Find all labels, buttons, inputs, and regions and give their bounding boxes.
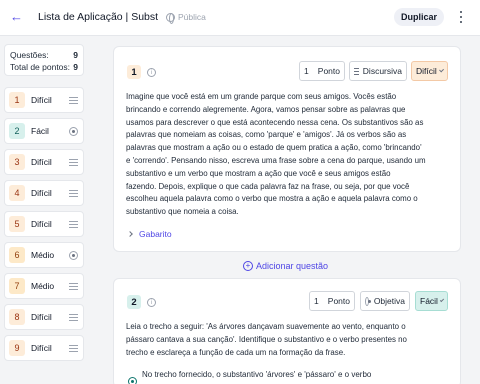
question-difficulty: Médio xyxy=(31,281,55,291)
difficulty-select[interactable]: Difícil xyxy=(411,61,448,81)
sidebar-question-4[interactable]: 4 Difícil xyxy=(4,180,84,206)
question-type-label: Discursiva xyxy=(362,66,402,76)
discursive-icon xyxy=(69,96,78,104)
question-card-2: 2 i 1 Ponto Objetiva Fácil Leia o trecho… xyxy=(113,278,461,384)
sidebar-question-8[interactable]: 8 Difícil xyxy=(4,304,84,330)
question-number: 9 xyxy=(9,340,25,356)
questions-count: 9 xyxy=(73,50,78,60)
question-type-select[interactable]: Objetiva xyxy=(360,291,410,311)
points-label: Total de pontos: xyxy=(10,62,71,72)
question-number: 3 xyxy=(9,154,25,170)
question-statement: Imagine que você está em um grande parqu… xyxy=(126,92,426,217)
points-value: 1 xyxy=(304,66,309,76)
points-field[interactable]: 1 Ponto xyxy=(309,291,355,311)
points-total: 9 xyxy=(73,62,78,72)
question-number: 1 xyxy=(9,92,25,108)
question-card-1: 1 i 1 Ponto Discursiva Difícil Imagine q… xyxy=(113,46,461,252)
discursive-icon xyxy=(69,313,78,321)
add-question-button[interactable]: + Adicionar questão xyxy=(243,261,328,271)
question-number: 2 xyxy=(9,123,25,139)
question-number: 6 xyxy=(9,247,25,263)
chevron-down-icon xyxy=(439,297,445,303)
radio-selected-icon xyxy=(128,377,137,384)
sidebar-question-3[interactable]: 3 Difícil xyxy=(4,149,84,175)
discursive-icon xyxy=(69,282,78,290)
discursive-icon xyxy=(69,158,78,166)
top-bar: ← Lista de Aplicação | Substa… Pública D… xyxy=(0,0,480,36)
objective-icon xyxy=(69,126,78,136)
back-arrow-icon[interactable]: ← xyxy=(10,10,24,24)
question-difficulty: Difícil xyxy=(31,95,52,105)
question-number: 4 xyxy=(9,185,25,201)
question-number: 7 xyxy=(9,278,25,294)
questions-label: Questões: xyxy=(10,50,49,60)
question-statement: Leia o trecho a seguir: 'As árvores danç… xyxy=(126,322,407,357)
sidebar-question-9[interactable]: 9 Difícil xyxy=(4,335,84,361)
discursive-icon xyxy=(69,189,78,197)
difficulty-label: Fácil xyxy=(420,296,438,306)
chevron-down-icon xyxy=(438,67,444,73)
question-type-select[interactable]: Discursiva xyxy=(349,61,407,81)
info-icon[interactable]: i xyxy=(147,68,156,77)
objective-icon xyxy=(69,250,78,260)
chevron-right-icon xyxy=(127,231,133,237)
sidebar-question-6[interactable]: 6 Médio xyxy=(4,242,84,268)
plus-circle-icon: + xyxy=(243,261,253,271)
question-number-badge: 2 xyxy=(127,295,141,309)
text-lines-icon xyxy=(354,67,359,75)
question-difficulty: Médio xyxy=(31,250,55,260)
radio-icon xyxy=(365,296,371,306)
question-difficulty: Difícil xyxy=(31,312,52,322)
question-type-label: Objetiva xyxy=(373,296,405,306)
visibility-status[interactable]: Pública xyxy=(166,12,206,24)
visibility-label: Pública xyxy=(178,12,206,22)
discursive-icon xyxy=(69,344,78,352)
question-number: 5 xyxy=(9,216,25,232)
question-difficulty: Difícil xyxy=(31,343,52,353)
points-value: 1 xyxy=(314,296,319,306)
discursive-icon xyxy=(69,220,78,228)
question-difficulty: Difícil xyxy=(31,188,52,198)
add-question-label: Adicionar questão xyxy=(256,261,329,271)
question-number-badge: 1 xyxy=(127,65,141,79)
globe-icon xyxy=(166,12,175,24)
answer-option[interactable]: No trecho fornecido, o substantivo 'árvo… xyxy=(128,369,371,384)
more-options-icon[interactable] xyxy=(456,9,466,25)
summary-panel: Questões: 9 Total de pontos: 9 xyxy=(4,44,84,76)
answer-key-label: Gabarito xyxy=(139,229,172,239)
question-difficulty: Fácil xyxy=(31,126,49,136)
question-difficulty: Difícil xyxy=(31,157,52,167)
sidebar-question-5[interactable]: 5 Difícil xyxy=(4,211,84,237)
difficulty-label: Difícil xyxy=(416,66,437,76)
page-title: Lista de Aplicação | Substa… xyxy=(38,11,158,23)
sidebar-question-7[interactable]: 7 Médio xyxy=(4,273,84,299)
points-label: Ponto xyxy=(327,296,350,306)
sidebar-question-2[interactable]: 2 Fácil xyxy=(4,118,84,144)
points-field[interactable]: 1 Ponto xyxy=(299,61,345,81)
duplicate-button[interactable]: Duplicar xyxy=(394,8,444,26)
question-number: 8 xyxy=(9,309,25,325)
sidebar-question-1[interactable]: 1 Difícil xyxy=(4,87,84,113)
difficulty-select[interactable]: Fácil xyxy=(415,291,448,311)
points-label: Ponto xyxy=(317,66,340,76)
question-difficulty: Difícil xyxy=(31,219,52,229)
info-icon[interactable]: i xyxy=(147,298,156,307)
option-text: No trecho fornecido, o substantivo 'árvo… xyxy=(142,370,372,379)
answer-key-toggle[interactable]: Gabarito xyxy=(127,229,172,239)
